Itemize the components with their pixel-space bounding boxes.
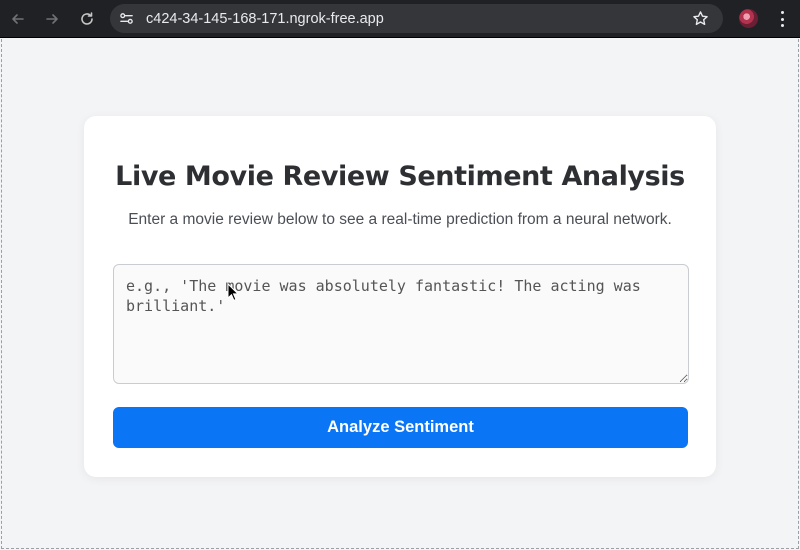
browser-toolbar: c424-34-145-168-171.ngrok-free.app bbox=[0, 0, 800, 38]
address-bar[interactable]: c424-34-145-168-171.ngrok-free.app bbox=[110, 4, 723, 33]
page-title: Live Movie Review Sentiment Analysis bbox=[115, 161, 685, 192]
analysis-card: Live Movie Review Sentiment Analysis Ent… bbox=[84, 116, 716, 477]
page-subtitle: Enter a movie review below to see a real… bbox=[128, 211, 672, 228]
analyze-sentiment-button[interactable]: Analyze Sentiment bbox=[113, 407, 688, 448]
forward-icon[interactable] bbox=[41, 8, 63, 30]
kebab-menu-icon[interactable] bbox=[776, 9, 788, 29]
star-icon[interactable] bbox=[692, 10, 709, 27]
reload-icon[interactable] bbox=[76, 8, 98, 30]
mouse-cursor-icon bbox=[227, 283, 239, 301]
profile-avatar[interactable] bbox=[739, 9, 758, 28]
back-icon[interactable] bbox=[7, 8, 29, 30]
review-textarea[interactable] bbox=[113, 264, 689, 384]
site-info-icon[interactable] bbox=[118, 10, 135, 27]
url-text[interactable]: c424-34-145-168-171.ngrok-free.app bbox=[146, 11, 384, 27]
